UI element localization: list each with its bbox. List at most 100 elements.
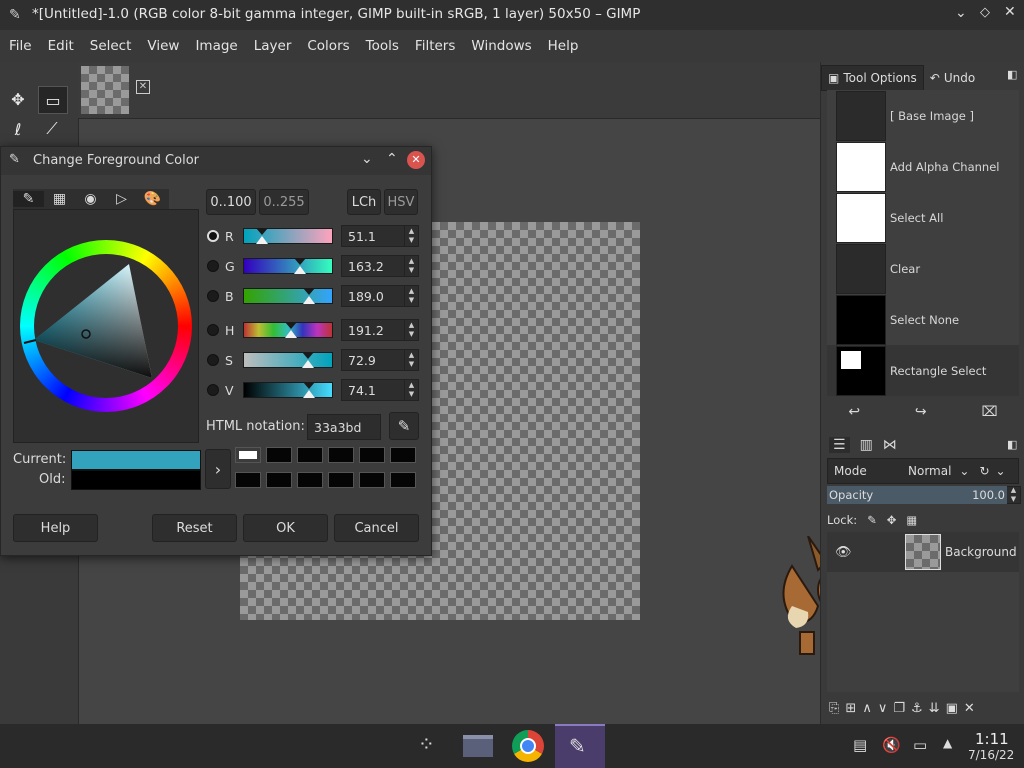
tab-layers-icon[interactable]: ☰ <box>829 437 850 453</box>
chrome-icon[interactable] <box>512 730 544 762</box>
mode-select[interactable]: Normal <box>908 464 951 478</box>
new-layer-icon[interactable]: ⎘ <box>829 701 839 716</box>
menu-filters[interactable]: Filters <box>407 30 463 62</box>
history-swatch[interactable] <box>359 472 385 488</box>
channel-s-value[interactable]: 72.9 <box>341 349 405 371</box>
chevron-down-icon[interactable]: ⌄ <box>361 151 373 167</box>
history-swatch[interactable] <box>235 472 261 488</box>
history-swatch[interactable] <box>390 447 416 463</box>
spin-arrows-icon[interactable]: ▲ ▼ <box>405 319 419 341</box>
menu-colors[interactable]: Colors <box>299 30 357 62</box>
gimp-taskbar-icon[interactable]: ✎ <box>555 724 605 768</box>
reset-mode-icon[interactable]: ↻ <box>979 464 989 478</box>
close-button[interactable]: ✕ <box>1004 4 1016 20</box>
history-swatch[interactable] <box>297 472 323 488</box>
clock-time[interactable]: 1:11 <box>975 730 1009 748</box>
tray-expand-icon[interactable]: ▲ <box>943 736 952 750</box>
undo-step-icon[interactable]: ↩ <box>848 404 860 420</box>
color-wheel[interactable] <box>13 209 199 443</box>
channel-b-value[interactable]: 189.0 <box>341 285 405 307</box>
layer-row[interactable]: 👁 Background <box>827 532 1019 572</box>
duplicate-layer-icon[interactable]: ❐ <box>893 701 905 716</box>
channel-g-radio[interactable] <box>207 260 219 272</box>
channel-v-slider[interactable] <box>243 382 333 398</box>
anchor-layer-icon[interactable]: ⚓ <box>911 701 923 716</box>
close-dialog-icon[interactable]: ✕ <box>407 151 425 169</box>
menu-edit[interactable]: Edit <box>40 30 82 62</box>
ok-button[interactable]: OK <box>243 514 328 542</box>
app-launcher-icon[interactable]: ⁘ <box>418 732 435 756</box>
menu-tools[interactable]: Tools <box>358 30 407 62</box>
reset-button[interactable]: Reset <box>152 514 237 542</box>
menu-windows[interactable]: Windows <box>463 30 539 62</box>
clipboard-icon[interactable]: ▤ <box>853 736 867 754</box>
raise-layer-icon[interactable]: ∧ <box>862 701 872 716</box>
lower-layer-icon[interactable]: ∨ <box>878 701 888 716</box>
history-swatch[interactable] <box>266 447 292 463</box>
lock-alpha-icon[interactable]: ▦ <box>906 513 917 527</box>
menu-help[interactable]: Help <box>540 30 587 62</box>
visibility-eye-icon[interactable]: 👁 <box>835 545 875 560</box>
spin-arrows-icon[interactable]: ▲ ▼ <box>405 225 419 247</box>
redo-step-icon[interactable]: ↪ <box>915 404 927 420</box>
tab-paths-icon[interactable]: ⋈ <box>883 437 897 453</box>
opacity-spin-arrows[interactable]: ▲ ▼ <box>1007 486 1021 504</box>
add-to-history-button[interactable]: › <box>205 449 231 489</box>
gimp-selector-tab-icon[interactable]: ✎ <box>13 191 44 207</box>
color-picker-eyedropper-icon[interactable]: ✎ <box>389 412 419 440</box>
dock-menu-icon[interactable]: ◧ <box>1007 68 1017 81</box>
channel-s-radio[interactable] <box>207 354 219 366</box>
chevron-up-icon[interactable]: ⌃ <box>386 151 398 167</box>
history-swatch[interactable] <box>359 447 385 463</box>
spin-arrows-icon[interactable]: ▲ ▼ <box>405 255 419 277</box>
layer-name[interactable]: Background <box>945 545 1017 559</box>
history-swatch[interactable] <box>266 472 292 488</box>
merge-layer-icon[interactable]: ⇊ <box>929 701 940 716</box>
channel-r-slider[interactable] <box>243 228 333 244</box>
rect-select-tool-icon[interactable]: ▭ <box>38 86 68 114</box>
menu-select[interactable]: Select <box>82 30 140 62</box>
cancel-button[interactable]: Cancel <box>334 514 419 542</box>
close-tab-icon[interactable]: ✕ <box>136 80 150 94</box>
lock-pixels-icon[interactable]: ✎ <box>867 513 877 527</box>
scales-selector-tab-icon[interactable]: ◉ <box>75 191 106 207</box>
range-0-255-button[interactable]: 0..255 <box>259 189 309 215</box>
lasso-tool-icon[interactable]: ℓ <box>4 116 32 142</box>
undo-item[interactable]: Select All <box>827 192 1019 243</box>
move-tool-icon[interactable]: ✥ <box>4 86 32 112</box>
spin-arrows-icon[interactable]: ▲ ▼ <box>405 379 419 401</box>
channel-v-radio[interactable] <box>207 384 219 396</box>
sv-triangle[interactable] <box>14 210 198 442</box>
spin-arrows-icon[interactable]: ▲ ▼ <box>405 285 419 307</box>
lch-button[interactable]: LCh <box>347 189 381 215</box>
image-tab-thumbnail[interactable] <box>81 66 129 114</box>
history-swatch[interactable] <box>390 472 416 488</box>
opacity-slider[interactable]: Opacity 100.0 <box>827 486 1007 504</box>
chevron-down-icon[interactable]: ⌄ <box>996 464 1006 478</box>
undo-history-list[interactable]: [ Base Image ] Add Alpha Channel Select … <box>827 90 1019 396</box>
menu-view[interactable]: View <box>139 30 187 62</box>
lock-position-icon[interactable]: ✥ <box>887 513 897 527</box>
undo-item[interactable]: Select None <box>827 294 1019 345</box>
spin-arrows-icon[interactable]: ▲ ▼ <box>405 349 419 371</box>
minimize-button[interactable]: ⌄ <box>955 5 967 21</box>
tab-channels-icon[interactable]: ▥ <box>860 437 873 453</box>
channel-r-value[interactable]: 51.1 <box>341 225 405 247</box>
range-0-100-button[interactable]: 0..100 <box>206 189 256 215</box>
menu-layer[interactable]: Layer <box>246 30 300 62</box>
chevron-down-icon[interactable]: ⌄ <box>959 464 969 478</box>
menu-file[interactable]: File <box>1 30 40 62</box>
undo-item-selected[interactable]: Rectangle Select <box>827 345 1019 396</box>
history-swatch[interactable] <box>297 447 323 463</box>
tab-tool-options[interactable]: ▣ Tool Options <box>821 65 924 91</box>
wheel-selector-tab-icon[interactable]: ▷ <box>106 191 137 207</box>
history-swatch[interactable] <box>328 447 354 463</box>
undo-item[interactable]: Add Alpha Channel <box>827 141 1019 192</box>
history-swatch[interactable] <box>328 472 354 488</box>
history-swatch[interactable] <box>235 447 261 463</box>
hsv-button[interactable]: HSV <box>384 189 418 215</box>
channel-v-value[interactable]: 74.1 <box>341 379 405 401</box>
undo-item[interactable]: Clear <box>827 243 1019 294</box>
clear-history-icon[interactable]: ⌧ <box>981 404 997 420</box>
channel-r-radio[interactable] <box>207 230 219 242</box>
